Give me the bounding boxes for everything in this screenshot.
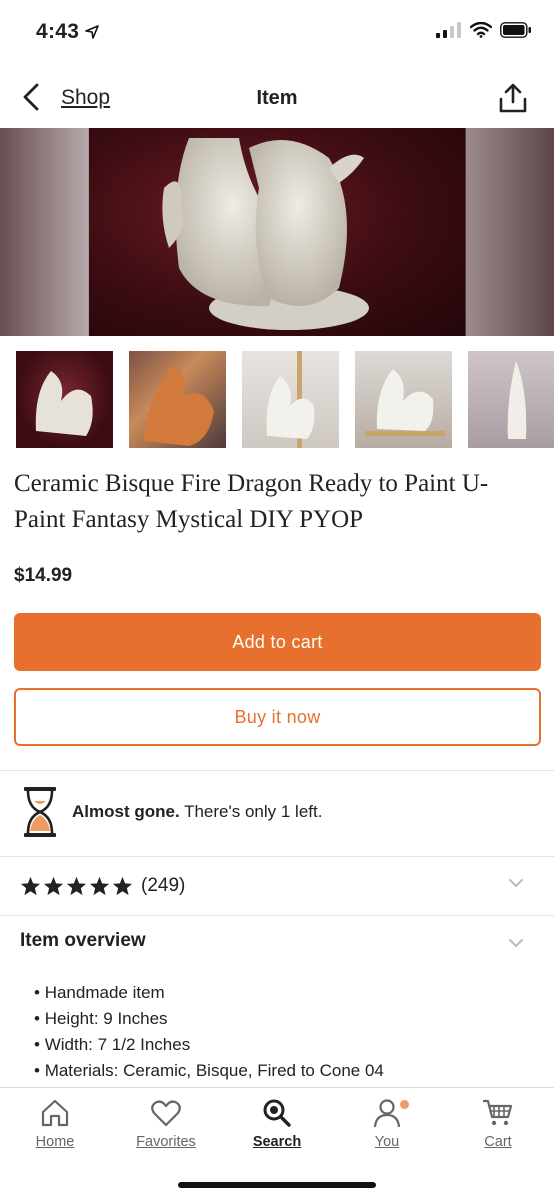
thumbnail-4[interactable] (355, 351, 452, 448)
divider (0, 770, 554, 771)
share-icon (499, 83, 527, 113)
buy-it-now-button[interactable]: Buy it now (14, 688, 541, 746)
chevron-down-icon (509, 879, 523, 888)
item-overview-list: Handmade item Height: 9 Inches Width: 7 … (34, 980, 384, 1084)
item-overview-title: Item overview (20, 930, 146, 951)
clock-text: 4:43 (36, 20, 80, 43)
thumbnail-painted-dragon-image (144, 366, 214, 446)
stock-text: Almost gone. There's only 1 left. (72, 802, 322, 822)
home-icon (38, 1096, 72, 1130)
wifi-icon (470, 22, 492, 38)
notification-dot (400, 1100, 409, 1109)
stock-strong-text: Almost gone. (72, 802, 180, 821)
tab-label: You (374, 1134, 400, 1150)
thumbnail-2[interactable] (129, 351, 226, 448)
page-title: Item (256, 87, 298, 109)
add-to-cart-button[interactable]: Add to cart (14, 613, 541, 671)
thumbnail-strip (16, 351, 554, 448)
tab-favorites[interactable]: Favorites (111, 1096, 221, 1150)
dragon-figure-image (162, 138, 369, 330)
tab-label: Cart (484, 1134, 512, 1150)
list-item: Width: 7 1/2 Inches (34, 1032, 384, 1058)
dragon-photo (89, 128, 465, 336)
user-icon (370, 1096, 404, 1130)
list-item: Height: 9 Inches (34, 1006, 384, 1032)
tab-you[interactable]: You (332, 1096, 442, 1150)
star-icon (43, 876, 64, 896)
list-item: Handmade item (34, 980, 384, 1006)
thumbnail-1[interactable] (16, 351, 113, 448)
cart-icon (481, 1096, 515, 1130)
reviews-row[interactable]: (249) (20, 868, 534, 904)
product-title: Ceramic Bisque Fire Dragon Ready to Pain… (14, 470, 489, 533)
tab-home[interactable]: Home (0, 1096, 110, 1150)
heart-icon (149, 1096, 183, 1130)
star-icon (20, 876, 41, 896)
star-icon (66, 876, 87, 896)
item-overview-header[interactable]: Item overview (20, 930, 534, 962)
star-rating (20, 876, 133, 896)
stock-rest-text: There's only 1 left. (179, 802, 323, 821)
thumbnail-5[interactable] (468, 351, 554, 448)
thumbnail-3[interactable] (242, 351, 339, 448)
tab-label: Home (35, 1134, 75, 1150)
tab-cart[interactable]: Cart (443, 1096, 553, 1150)
divider (0, 915, 554, 916)
location-arrow-icon (85, 25, 100, 39)
divider (0, 856, 554, 857)
star-icon (112, 876, 133, 896)
status-bar: 4:43 (0, 0, 554, 64)
product-image-main[interactable] (0, 128, 554, 336)
stock-notice: Almost gone. There's only 1 left. (22, 784, 542, 840)
status-time: 4:43 (36, 20, 100, 44)
tab-label: Search (252, 1134, 302, 1150)
home-indicator[interactable] (178, 1182, 376, 1188)
signal-icon (436, 22, 461, 38)
hourglass-icon (24, 787, 56, 837)
tab-bar: Home Favorites Search You Cart (0, 1087, 554, 1200)
list-item: Materials: Ceramic, Bisque, Fired to Con… (34, 1058, 384, 1084)
thumbnail-dragon-image (35, 371, 93, 436)
star-icon (89, 876, 110, 896)
tab-label: Favorites (136, 1134, 196, 1150)
thumbnail-side-view-image (507, 361, 527, 439)
tab-search[interactable]: Search (222, 1096, 332, 1150)
search-icon (260, 1096, 294, 1130)
nav-bar: Shop Item (0, 64, 554, 128)
review-count: (249) (141, 875, 186, 896)
share-button[interactable] (498, 82, 528, 114)
thumbnail-ruler-height-image (266, 351, 315, 448)
thumbnail-ruler-width-image (365, 369, 445, 436)
chevron-down-icon (509, 939, 523, 948)
product-price: $14.99 (14, 565, 73, 586)
battery-icon (500, 22, 531, 38)
